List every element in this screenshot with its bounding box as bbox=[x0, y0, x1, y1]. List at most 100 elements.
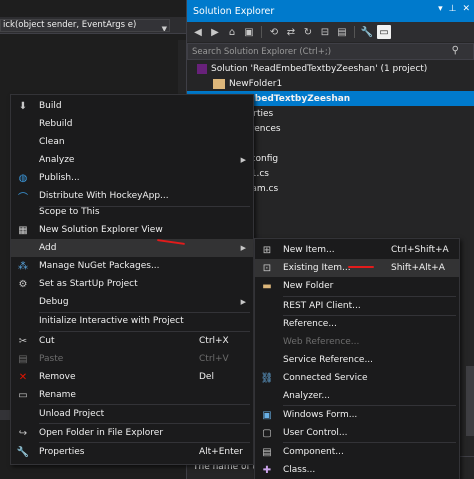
pending-changes-filter-icon[interactable]: ⟲ bbox=[267, 25, 281, 39]
submenu-item-existing-item[interactable]: ⊡ Existing Item... Shift+Alt+A bbox=[255, 259, 459, 277]
solution-explorer-toolbar: ◀ ▶ ⌂ ▣ ⟲ ⇄ ↻ ⊟ ▤ 🔧 ▭ bbox=[187, 22, 474, 42]
new-folder-icon: ▬ bbox=[262, 280, 272, 292]
menu-item-build[interactable]: ⬇ Build bbox=[11, 97, 253, 115]
menu-item-label: Debug bbox=[39, 297, 69, 307]
menu-item-add[interactable]: Add ▶ bbox=[11, 239, 253, 257]
refresh-icon[interactable]: ↻ bbox=[301, 25, 315, 39]
collapse-all-icon[interactable]: ⊟ bbox=[318, 25, 332, 39]
menu-item-clean[interactable]: Clean bbox=[11, 133, 253, 151]
menu-item-label: Remove bbox=[39, 372, 76, 382]
menu-item-label: Analyzer... bbox=[283, 391, 330, 401]
menu-item-publish[interactable]: ◍ Publish... bbox=[11, 169, 253, 187]
menu-item-paste[interactable]: ▤ Paste Ctrl+V bbox=[11, 350, 253, 368]
project-context-menu: ⬇ Build Rebuild Clean Analyze ▶ ◍ Publis… bbox=[10, 94, 254, 465]
submenu-arrow-icon: ▶ bbox=[240, 298, 246, 306]
solution-explorer-title: Solution Explorer bbox=[193, 5, 275, 17]
menu-item-scope-to-this[interactable]: Scope to This bbox=[11, 203, 253, 221]
method-selector-label: ick(object sender, EventArgs e) bbox=[3, 20, 137, 30]
switch-views-icon[interactable]: ▣ bbox=[242, 25, 256, 39]
menu-item-label: Class... bbox=[283, 465, 316, 475]
new-item-icon: ⊞ bbox=[262, 244, 272, 256]
submenu-arrow-icon: ▶ bbox=[240, 156, 246, 164]
menu-item-label: User Control... bbox=[283, 428, 348, 438]
menu-item-manage-nuget[interactable]: ⁂ Manage NuGet Packages... bbox=[11, 257, 253, 275]
search-icon: ⚲ bbox=[451, 45, 459, 56]
wrench-icon: 🔧 bbox=[16, 446, 30, 458]
build-icon: ⬇ bbox=[18, 100, 28, 112]
menu-item-shortcut: Del bbox=[199, 372, 214, 382]
hockeyapp-icon: ⌒ bbox=[18, 192, 28, 204]
toolbar-divider bbox=[261, 26, 262, 38]
menu-item-label: New Item... bbox=[283, 245, 335, 255]
menu-item-label: Set as StartUp Project bbox=[39, 279, 138, 289]
close-icon[interactable]: ✕ bbox=[462, 4, 470, 14]
menu-item-analyze[interactable]: Analyze ▶ bbox=[11, 151, 253, 169]
folder-icon bbox=[213, 78, 225, 89]
submenu-item-rest-api-client[interactable]: REST API Client... bbox=[255, 297, 459, 315]
menu-item-label: Distribute With HockeyApp... bbox=[39, 191, 169, 201]
preview-selected-icon[interactable]: ▭ bbox=[377, 25, 391, 39]
solution-icon bbox=[197, 63, 207, 74]
solution-explorer-search-input[interactable]: Search Solution Explorer (Ctrl+;) ⚲ bbox=[187, 43, 474, 60]
menu-item-label: Windows Form... bbox=[283, 410, 358, 420]
globe-icon: ◍ bbox=[18, 172, 28, 184]
tree-item-newfolder1[interactable]: NewFolder1 bbox=[187, 76, 474, 91]
back-icon[interactable]: ◀ bbox=[191, 25, 205, 39]
annotation-red-mark bbox=[348, 266, 374, 268]
properties-wrench-icon[interactable]: 🔧 bbox=[360, 25, 374, 39]
menu-item-properties[interactable]: 🔧 Properties Alt+Enter bbox=[11, 443, 253, 461]
menu-item-cut[interactable]: ✂ Cut Ctrl+X bbox=[11, 332, 253, 350]
menu-item-label: Paste bbox=[39, 354, 64, 364]
menu-item-debug[interactable]: Debug ▶ bbox=[11, 293, 253, 311]
submenu-item-new-folder[interactable]: ▬ New Folder bbox=[255, 277, 459, 295]
submenu-item-user-control[interactable]: ▢ User Control... bbox=[255, 424, 459, 442]
submenu-item-component[interactable]: ▤ Component... bbox=[255, 443, 459, 461]
paste-icon: ▤ bbox=[18, 353, 28, 365]
submenu-item-reference[interactable]: Reference... bbox=[255, 315, 459, 333]
menu-item-label: Rename bbox=[39, 390, 76, 400]
window-position-icon[interactable]: ▾ bbox=[438, 4, 443, 14]
method-selector[interactable]: ick(object sender, EventArgs e) ▼ bbox=[0, 19, 170, 32]
tree-item-solution[interactable]: Solution 'ReadEmbedTextbyZeeshan' (1 pro… bbox=[187, 61, 474, 76]
pin-icon[interactable]: ⊥ bbox=[449, 4, 457, 14]
tree-item-label: NewFolder1 bbox=[229, 78, 283, 89]
submenu-item-class[interactable]: ✚ Class... bbox=[255, 461, 459, 479]
show-all-files-icon[interactable]: ▤ bbox=[335, 25, 349, 39]
menu-item-label: New Folder bbox=[283, 281, 334, 291]
solution-explorer-scrollbar[interactable] bbox=[466, 366, 474, 436]
class-icon: ✚ bbox=[262, 464, 272, 476]
menu-item-new-solution-explorer-view[interactable]: ▦ New Solution Explorer View bbox=[11, 221, 253, 239]
submenu-item-service-reference[interactable]: Service Reference... bbox=[255, 351, 459, 369]
menu-item-set-startup-project[interactable]: ⚙ Set as StartUp Project bbox=[11, 275, 253, 293]
submenu-item-new-item[interactable]: ⊞ New Item... Ctrl+Shift+A bbox=[255, 241, 459, 259]
tree-item-label: Solution 'ReadEmbedTextbyZeeshan' (1 pro… bbox=[211, 63, 428, 74]
menu-item-open-folder-explorer[interactable]: ↪ Open Folder in File Explorer bbox=[11, 424, 253, 442]
home-icon[interactable]: ⌂ bbox=[225, 25, 239, 39]
menu-item-remove[interactable]: ✕ Remove Del bbox=[11, 368, 253, 386]
menu-item-label: Scope to This bbox=[39, 207, 100, 217]
submenu-item-analyzer[interactable]: Analyzer... bbox=[255, 387, 459, 405]
add-submenu: ⊞ New Item... Ctrl+Shift+A ⊡ Existing It… bbox=[254, 238, 460, 479]
rename-icon: ▭ bbox=[18, 389, 28, 401]
submenu-item-connected-service[interactable]: ⛓ Connected Service bbox=[255, 369, 459, 387]
existing-item-icon: ⊡ bbox=[262, 262, 272, 274]
menu-item-label: Initialize Interactive with Project bbox=[39, 316, 184, 326]
chevron-down-icon: ▼ bbox=[161, 25, 167, 32]
new-view-icon: ▦ bbox=[18, 224, 28, 236]
menu-item-unload-project[interactable]: Unload Project bbox=[11, 405, 253, 423]
editor-navigation-bar: ick(object sender, EventArgs e) ▼ bbox=[0, 17, 186, 34]
submenu-item-windows-form[interactable]: ▣ Windows Form... bbox=[255, 406, 459, 424]
menu-item-label: Clean bbox=[39, 137, 65, 147]
windows-form-icon: ▣ bbox=[262, 409, 272, 421]
menu-item-initialize-interactive[interactable]: Initialize Interactive with Project bbox=[11, 312, 253, 330]
menu-item-rename[interactable]: ▭ Rename bbox=[11, 386, 253, 404]
nuget-icon: ⁂ bbox=[18, 260, 28, 272]
menu-item-rebuild[interactable]: Rebuild bbox=[11, 115, 253, 133]
component-icon: ▤ bbox=[262, 446, 272, 458]
sync-icon[interactable]: ⇄ bbox=[284, 25, 298, 39]
submenu-item-web-reference[interactable]: Web Reference... bbox=[255, 333, 459, 351]
forward-icon[interactable]: ▶ bbox=[208, 25, 222, 39]
menu-item-label: Service Reference... bbox=[283, 355, 374, 365]
search-placeholder: Search Solution Explorer (Ctrl+;) bbox=[192, 46, 332, 57]
menu-item-label: Cut bbox=[39, 336, 55, 346]
